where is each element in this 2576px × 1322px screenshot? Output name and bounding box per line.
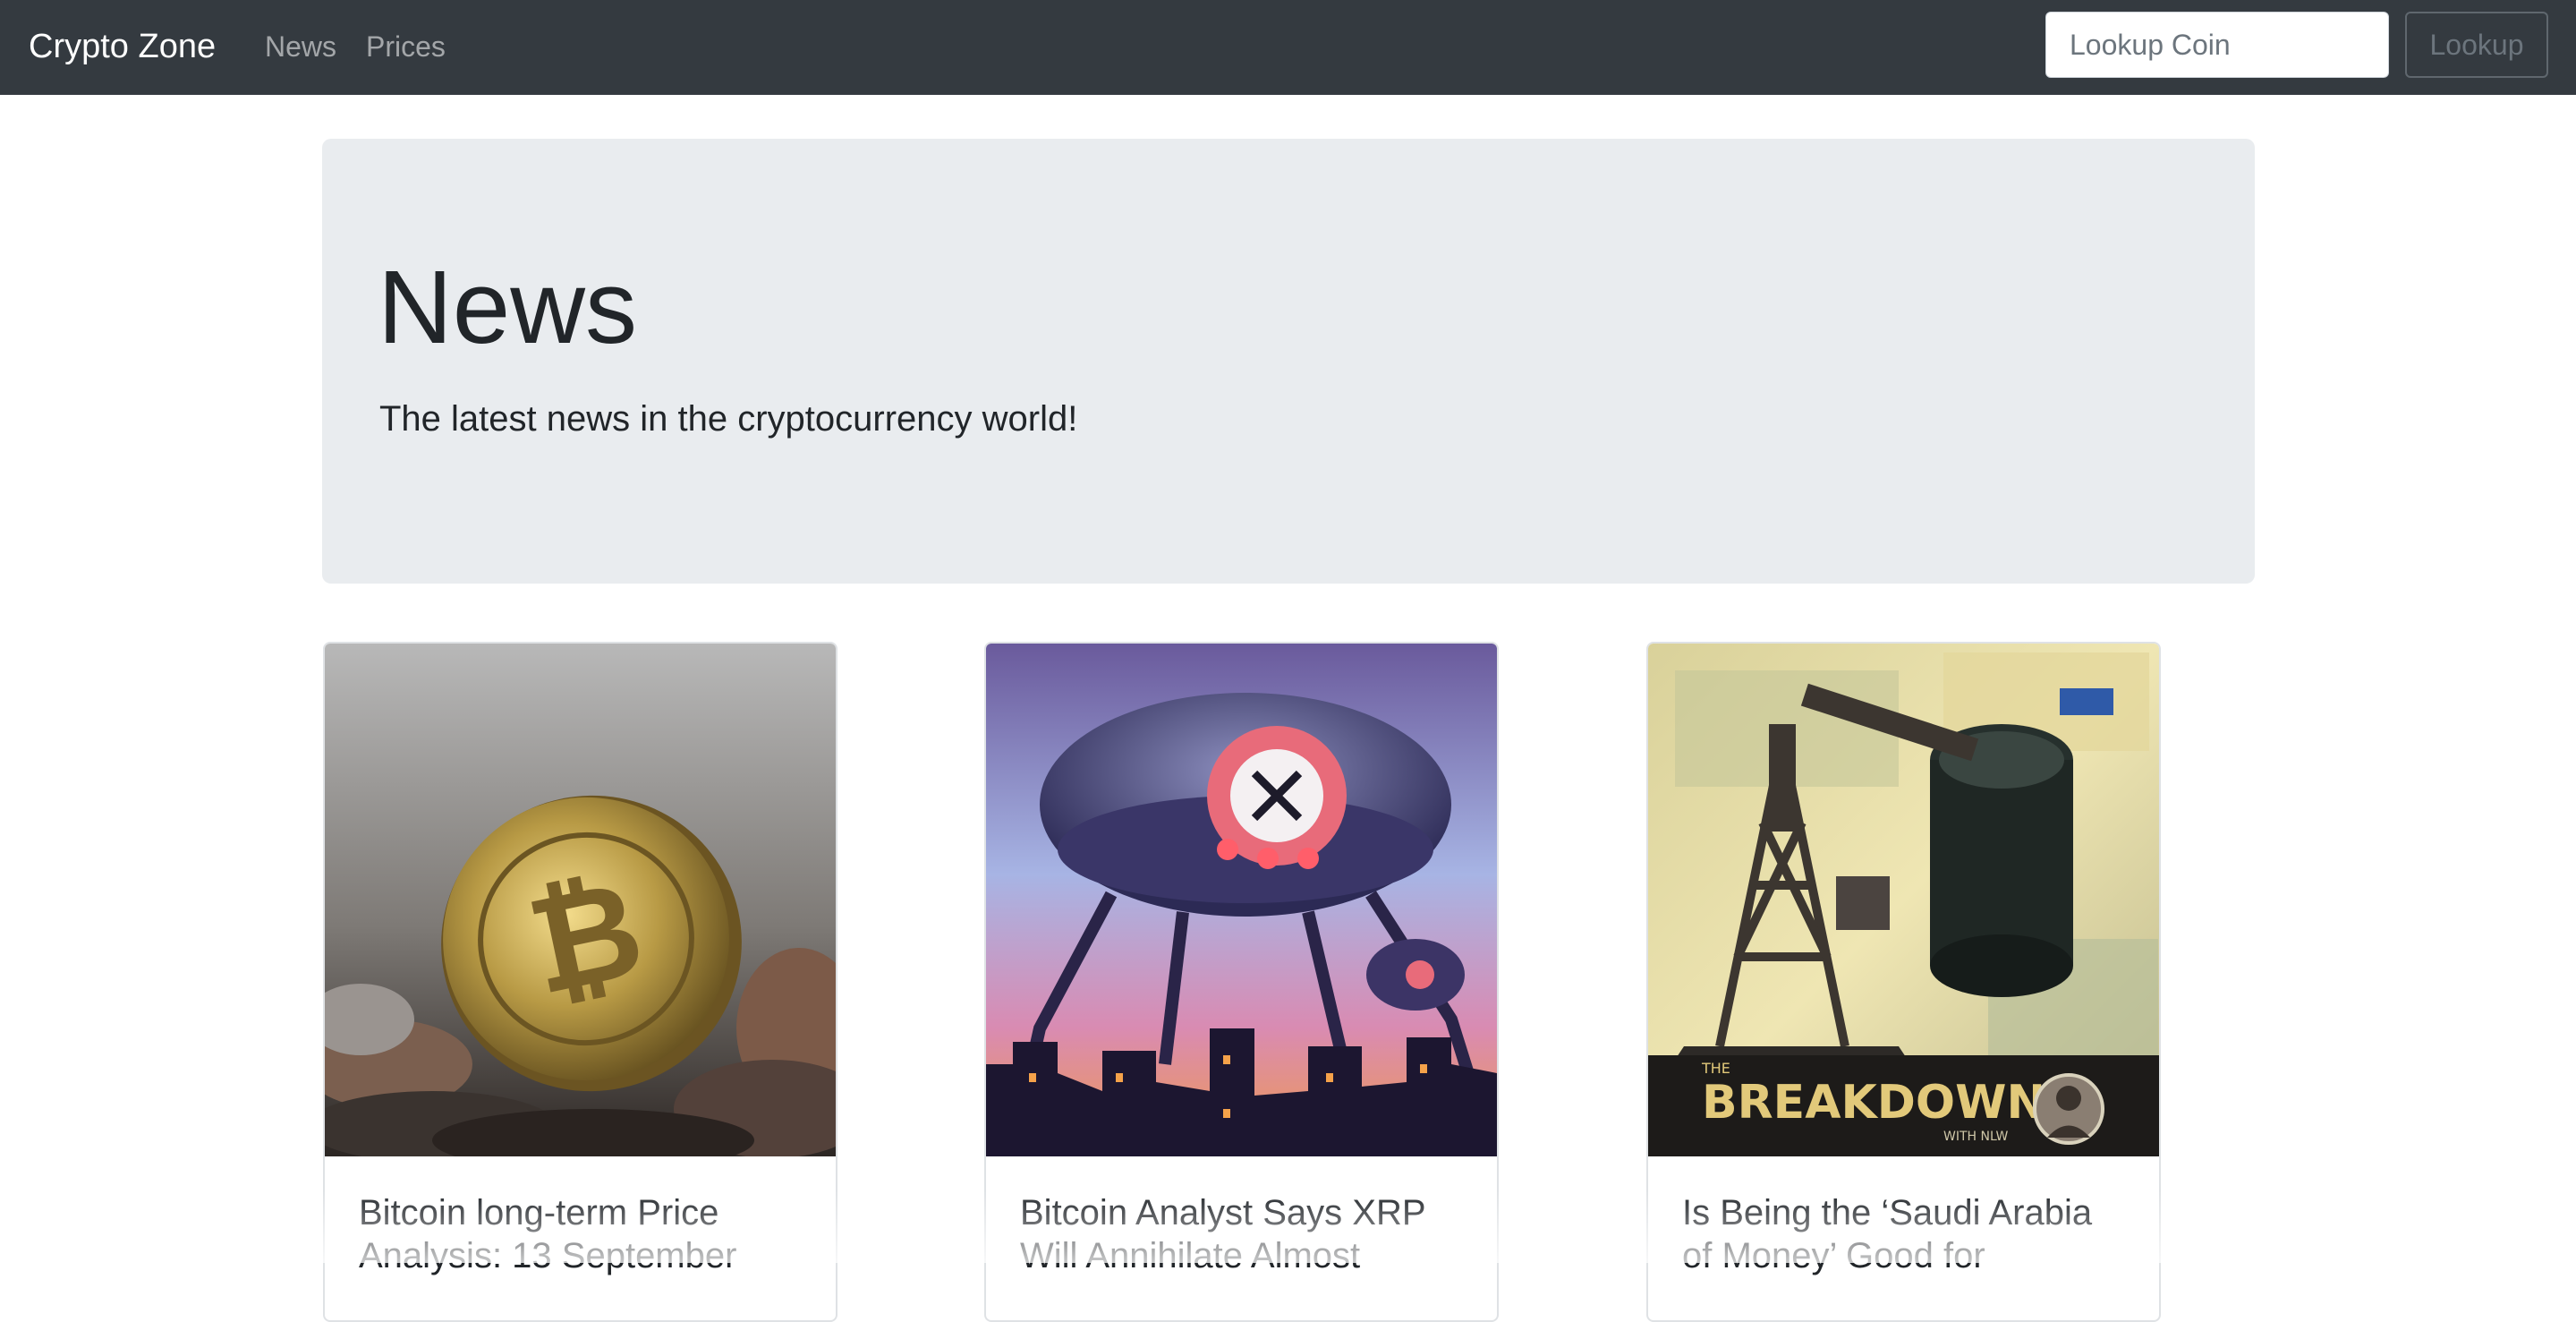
svg-text:THE: THE <box>1701 1060 1730 1077</box>
xrp-robot-image[interactable] <box>986 644 1497 1156</box>
page-title: News <box>378 249 638 365</box>
lookup-coin-input[interactable] <box>2045 12 2389 78</box>
news-card[interactable]: BREAKDOWN THE WITH NLW Is Being the ‘Sau… <box>1646 642 2161 1322</box>
nav-link-prices[interactable]: Prices <box>366 23 446 70</box>
lookup-button[interactable]: Lookup <box>2405 12 2548 78</box>
card-title[interactable]: Bitcoin Analyst Says XRP Will Annihilate… <box>1020 1191 1467 1277</box>
navbar: Crypto Zone News Prices Lookup <box>0 0 2576 95</box>
news-card[interactable]: Bitcoin Analyst Says XRP Will Annihilate… <box>984 642 1499 1322</box>
brand-link[interactable]: Crypto Zone <box>29 21 216 72</box>
svg-text:WITH NLW: WITH NLW <box>1943 1130 2008 1144</box>
jumbotron: News The latest news in the cryptocurren… <box>322 139 2255 584</box>
card-title[interactable]: Bitcoin long-term Price Analysis: 13 Sep… <box>359 1191 806 1277</box>
news-card[interactable]: ₿ Bitcoin long-term Price Analysis: 13 S… <box>323 642 837 1322</box>
page-lead: The latest news in the cryptocurrency wo… <box>379 399 1078 439</box>
card-title[interactable]: Is Being the ‘Saudi Arabia of Money’ Goo… <box>1682 1191 2130 1277</box>
svg-text:BREAKDOWN: BREAKDOWN <box>1702 1076 2045 1130</box>
oil-derrick-money-image[interactable]: BREAKDOWN THE WITH NLW <box>1648 644 2159 1156</box>
nav-link-news[interactable]: News <box>265 23 336 70</box>
bitcoin-coin-image[interactable]: ₿ <box>325 644 836 1156</box>
